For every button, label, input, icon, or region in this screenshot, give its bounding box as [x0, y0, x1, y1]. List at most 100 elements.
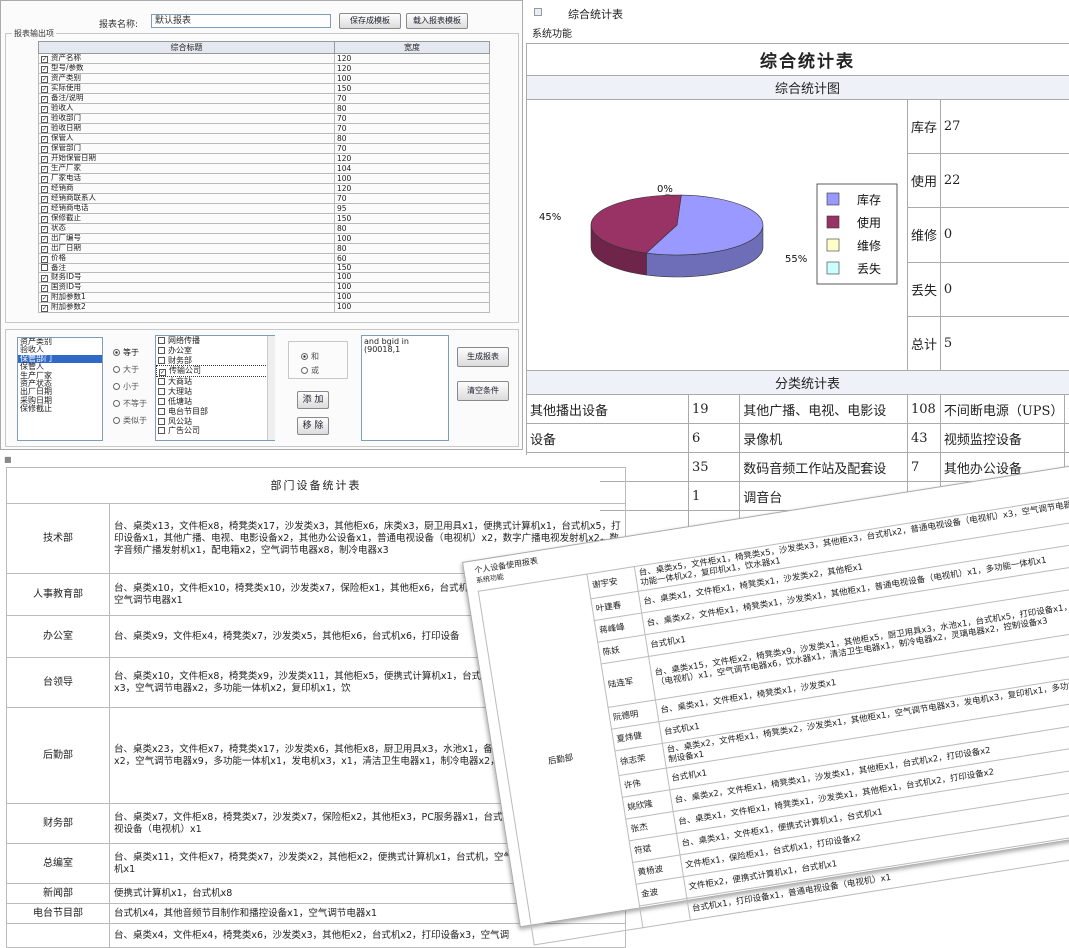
field-width-cell[interactable]: 100: [335, 272, 490, 282]
checkbox-icon[interactable]: ✓: [41, 226, 48, 233]
field-width-cell[interactable]: 80: [335, 244, 490, 254]
field-width-cell[interactable]: 120: [335, 54, 490, 64]
checkbox-icon[interactable]: ✓: [41, 295, 48, 302]
field-width-cell[interactable]: 70: [335, 94, 490, 104]
field-width-cell[interactable]: 150: [335, 214, 490, 224]
checkbox-icon[interactable]: ✓: [41, 246, 48, 253]
checkbox-icon[interactable]: [158, 427, 165, 434]
checkbox-icon[interactable]: ✓: [41, 176, 48, 183]
field-row[interactable]: ✓保管部门70: [39, 144, 490, 154]
field-width-cell[interactable]: 100: [335, 234, 490, 244]
condition-field-list[interactable]: 资产类别验收人保管部门保管人生产厂家资产状态出厂日期采购日期保修截止: [17, 337, 103, 441]
field-width-cell[interactable]: 100: [335, 292, 490, 302]
condition-value-item[interactable]: 大商站: [156, 377, 274, 387]
field-row[interactable]: ✓验收日期70: [39, 124, 490, 134]
field-row[interactable]: ✓资产名称120: [39, 54, 490, 64]
field-width-cell[interactable]: 70: [335, 194, 490, 204]
condition-value-item[interactable]: 办公室: [156, 346, 274, 356]
checkbox-icon[interactable]: ✓: [41, 256, 48, 263]
field-row[interactable]: ✓验收部门70: [39, 114, 490, 124]
field-row[interactable]: ✓保修截止150: [39, 214, 490, 224]
condition-value-item[interactable]: 电台节目部: [156, 407, 274, 417]
checkbox-icon[interactable]: ✓: [41, 136, 48, 143]
field-row[interactable]: ✓备注/说明70: [39, 94, 490, 104]
checkbox-icon[interactable]: ✓: [41, 196, 48, 203]
field-row[interactable]: ✓厂家电话100: [39, 174, 490, 184]
checkbox-icon[interactable]: ✓: [41, 146, 48, 153]
condition-field-item[interactable]: 保修截止: [18, 405, 102, 413]
field-row[interactable]: ✓附加参数1100: [39, 292, 490, 302]
operator-radio[interactable]: 等于: [113, 347, 139, 358]
checkbox-icon[interactable]: ✓: [41, 96, 48, 103]
field-row[interactable]: ✓财务ID号100: [39, 272, 490, 282]
checkbox-icon[interactable]: [158, 388, 165, 395]
checkbox-icon[interactable]: ✓: [41, 206, 48, 213]
field-width-cell[interactable]: 100: [335, 302, 490, 312]
field-width-cell[interactable]: 80: [335, 104, 490, 114]
field-row[interactable]: 备注150: [39, 264, 490, 273]
condition-value-item[interactable]: 广告公司: [156, 426, 274, 436]
field-row[interactable]: ✓经销商电话95: [39, 204, 490, 214]
field-row[interactable]: ✓生产厂家104: [39, 164, 490, 174]
checkbox-icon[interactable]: ✓: [41, 56, 48, 63]
load-template-button[interactable]: 载入报表模板: [406, 13, 468, 29]
field-width-cell[interactable]: 120: [335, 184, 490, 194]
checkbox-icon[interactable]: ✓: [41, 216, 48, 223]
field-row[interactable]: ✓价格60: [39, 254, 490, 264]
checkbox-icon[interactable]: [158, 418, 165, 425]
condition-value-item[interactable]: 财务部: [156, 356, 274, 366]
field-row[interactable]: ✓出厂编号100: [39, 234, 490, 244]
checkbox-icon[interactable]: [158, 347, 165, 354]
field-width-cell[interactable]: 60: [335, 254, 490, 264]
checkbox-icon[interactable]: [158, 337, 165, 344]
checkbox-icon[interactable]: ✓: [41, 305, 48, 312]
checkbox-icon[interactable]: ✓: [159, 369, 166, 376]
field-row[interactable]: ✓型号/参数120: [39, 64, 490, 74]
field-width-cell[interactable]: 95: [335, 204, 490, 214]
field-width-cell[interactable]: 100: [335, 282, 490, 292]
operator-radio[interactable]: 大于: [113, 364, 139, 375]
field-row[interactable]: ✓附加参数2100: [39, 302, 490, 312]
field-row[interactable]: ✓经销商120: [39, 184, 490, 194]
condition-value-item[interactable]: 网络传播: [156, 336, 274, 346]
field-row[interactable]: ✓出厂日期80: [39, 244, 490, 254]
checkbox-icon[interactable]: ✓: [41, 66, 48, 73]
field-width-cell[interactable]: 150: [335, 264, 490, 273]
report-name-input[interactable]: 默认报表: [151, 14, 331, 28]
condition-value-item[interactable]: ✓传输公司: [156, 365, 274, 377]
generate-report-button[interactable]: 生成报表: [457, 347, 509, 367]
operator-radio[interactable]: 不等于: [113, 398, 147, 409]
checkbox-icon[interactable]: [41, 264, 48, 271]
checkbox-icon[interactable]: [158, 357, 165, 364]
field-row[interactable]: ✓经销商联系人70: [39, 194, 490, 204]
remove-condition-button[interactable]: 移 除: [297, 417, 329, 435]
condition-value-item[interactable]: 低塘站: [156, 397, 274, 407]
checkbox-icon[interactable]: ✓: [41, 106, 48, 113]
field-row[interactable]: ✓国资ID号100: [39, 282, 490, 292]
condition-text-box[interactable]: and bgid in (90018,1: [361, 335, 449, 441]
checkbox-icon[interactable]: [158, 378, 165, 385]
checkbox-icon[interactable]: ✓: [41, 285, 48, 292]
add-condition-button[interactable]: 添 加: [297, 391, 329, 409]
field-width-cell[interactable]: 120: [335, 64, 490, 74]
field-width-cell[interactable]: 80: [335, 224, 490, 234]
clear-conditions-button[interactable]: 清空条件: [457, 381, 509, 401]
field-width-cell[interactable]: 70: [335, 124, 490, 134]
condition-value-item[interactable]: 风公站: [156, 417, 274, 427]
checkbox-icon[interactable]: ✓: [41, 76, 48, 83]
checkbox-icon[interactable]: ✓: [41, 186, 48, 193]
checkbox-icon[interactable]: ✓: [41, 116, 48, 123]
checkbox-icon[interactable]: ✓: [41, 86, 48, 93]
field-width-cell[interactable]: 150: [335, 84, 490, 94]
field-width-cell[interactable]: 80: [335, 134, 490, 144]
checkbox-icon[interactable]: ✓: [41, 156, 48, 163]
field-width-cell[interactable]: 120: [335, 154, 490, 164]
field-row[interactable]: ✓实际使用150: [39, 84, 490, 94]
field-row[interactable]: ✓开始保管日期120: [39, 154, 490, 164]
field-width-cell[interactable]: 100: [335, 74, 490, 84]
condition-value-list[interactable]: 网络传播办公室财务部✓传输公司大商站大理站低塘站电台节目部风公站广告公司: [155, 335, 275, 441]
checkbox-icon[interactable]: [158, 398, 165, 405]
field-width-cell[interactable]: 70: [335, 144, 490, 154]
checkbox-icon[interactable]: ✓: [41, 275, 48, 282]
field-row[interactable]: ✓状态80: [39, 224, 490, 234]
